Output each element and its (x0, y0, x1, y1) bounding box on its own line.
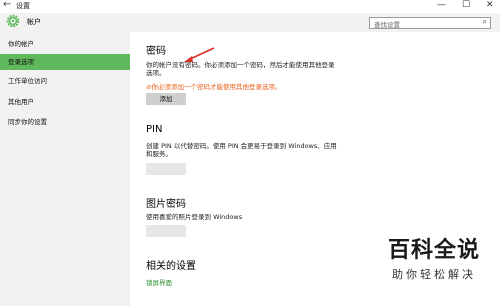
password-desc-line2: 选项。 (146, 69, 166, 77)
sidebar-item-other-users[interactable]: 其他用户 (0, 94, 130, 110)
password-desc-line1: 你的帐户没有密码。你必须添加一个密码，然后才能使用其他登录 (146, 61, 335, 69)
pin-description: 创建 PIN 以代替密码。使用 PIN 会更易于登录到 Windows、应用 和… (146, 142, 366, 158)
window-title: 设置 (16, 2, 30, 10)
picture-password-description: 使用喜爱的照片登录到 Windows (146, 213, 243, 221)
lock-screen-link[interactable]: 锁屏界面 (146, 277, 172, 287)
password-warning: ⊘你必须添加一个密码才能使用其他登录选项。 (146, 81, 281, 91)
picture-password-heading: 图片密码 (146, 199, 186, 210)
minimize-button[interactable]: — (437, 0, 446, 10)
password-description: 你的帐户没有密码。你必须添加一个密码，然后才能使用其他登录 选项。 (146, 61, 356, 77)
search-icon[interactable]: ⌕ (483, 17, 487, 27)
app-header: 帐户 查找设置 ⌕ (0, 13, 500, 32)
add-password-button[interactable]: 添加 (146, 93, 186, 105)
gear-icon (6, 14, 20, 28)
search-placeholder: 查找设置 (374, 21, 400, 29)
password-warning-text: 你必须添加一个密码才能使用其他登录选项。 (151, 83, 282, 91)
maximize-button[interactable]: ☐ (462, 0, 470, 10)
sidebar-item-your-account[interactable]: 你的帐户 (0, 36, 130, 52)
add-pin-button[interactable]: 添加 (146, 163, 186, 175)
pin-heading: PIN (146, 124, 163, 135)
pin-desc-line2: 和服务。 (146, 150, 172, 158)
sidebar: 你的帐户 登录选项 工作单位访问 其他用户 同步你的设置 (0, 32, 130, 306)
password-heading: 密码 (146, 46, 166, 57)
sidebar-item-sync-settings[interactable]: 同步你的设置 (0, 114, 130, 130)
close-button[interactable]: ✕ (486, 0, 494, 10)
pin-desc-line1: 创建 PIN 以代替密码。使用 PIN 会更易于登录到 Windows、应用 (146, 142, 337, 150)
sidebar-item-work-access[interactable]: 工作单位访问 (0, 73, 130, 89)
related-settings-heading: 相关的设置 (146, 261, 196, 272)
back-arrow-icon[interactable]: ← (3, 0, 11, 10)
watermark-title: 百科全说 (387, 238, 480, 263)
watermark-subtitle: 助你轻松解决 (391, 268, 476, 281)
search-input[interactable]: 查找设置 ⌕ (369, 17, 491, 29)
add-picture-password-button[interactable]: 添加 (146, 225, 186, 237)
sidebar-item-sign-in-options[interactable]: 登录选项 (0, 54, 130, 70)
annotation-arrow-icon (184, 47, 215, 62)
title-bar: ← 设置 — ☐ ✕ (0, 0, 500, 13)
page-title: 帐户 (27, 18, 41, 26)
watermark: 百科全说 助你轻松解决 (388, 232, 480, 282)
